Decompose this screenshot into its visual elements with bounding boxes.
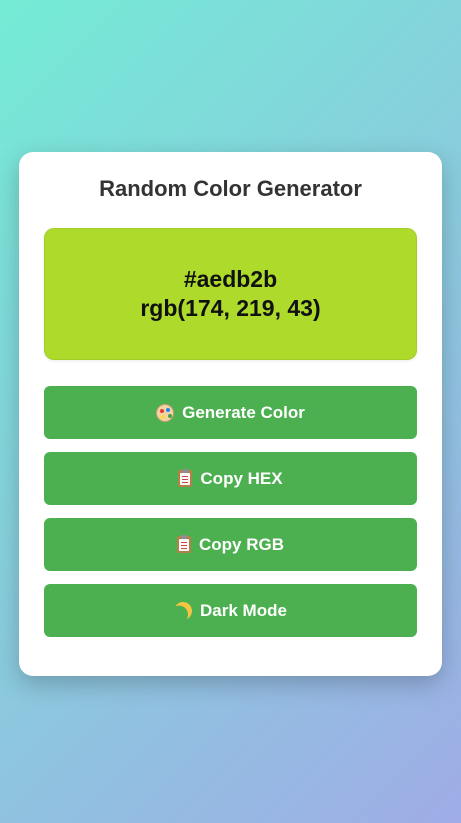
dark-mode-label: Dark Mode: [200, 600, 287, 620]
color-generator-card: Random Color Generator #aedb2b rgb(174, …: [19, 152, 442, 676]
dark-mode-button[interactable]: Dark Mode: [44, 584, 417, 637]
color-preview: #aedb2b rgb(174, 219, 43): [44, 228, 417, 360]
copy-rgb-button[interactable]: Copy RGB: [44, 518, 417, 571]
clipboard-icon: [177, 535, 191, 553]
hex-value: #aedb2b: [183, 266, 278, 292]
copy-rgb-label: Copy RGB: [199, 534, 284, 554]
page-title: Random Color Generator: [99, 176, 362, 201]
rgb-value: rgb(174, 219, 43): [140, 295, 321, 321]
copy-hex-label: Copy HEX: [200, 468, 283, 488]
clipboard-icon: [178, 469, 193, 487]
palette-icon: [156, 403, 175, 422]
generate-color-label: Generate Color: [182, 402, 305, 422]
generate-color-button[interactable]: Generate Color: [44, 386, 417, 439]
copy-hex-button[interactable]: Copy HEX: [44, 452, 417, 505]
moon-icon: [171, 599, 194, 622]
